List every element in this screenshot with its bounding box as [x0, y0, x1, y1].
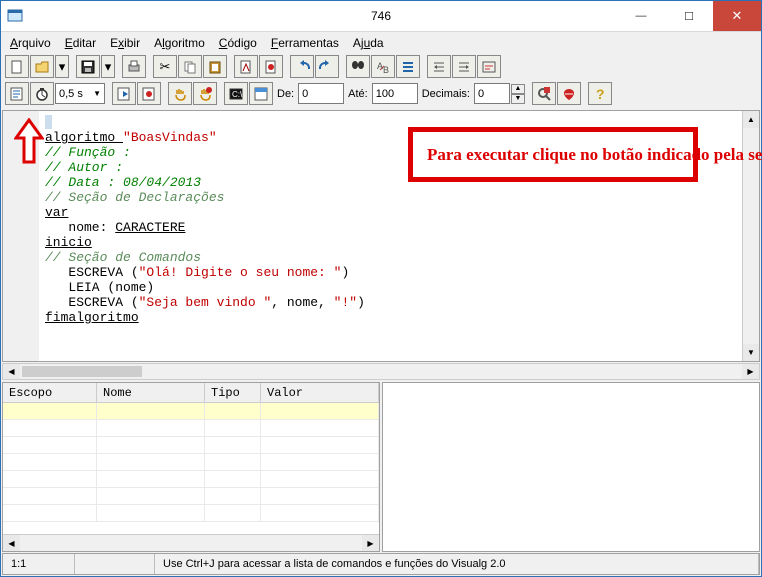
- paste-button[interactable]: [203, 55, 227, 78]
- status-hint: Use Ctrl+J para acessar a lista de coman…: [155, 554, 759, 574]
- menu-editar[interactable]: Editar: [58, 34, 103, 52]
- timer-button[interactable]: [30, 82, 54, 105]
- code-editor[interactable]: algoritmo "BoasVindas" // Função : // Au…: [2, 110, 760, 362]
- run-button[interactable]: [5, 82, 29, 105]
- vars-button[interactable]: [249, 82, 273, 105]
- close-button[interactable]: ✕: [713, 1, 761, 31]
- toolbar-exec: 0,5 s▼ C:\ De: 0 Até: 100 Decimais: 0 ▲▼…: [1, 80, 761, 109]
- tool-a-button[interactable]: [532, 82, 556, 105]
- decimais-spinner[interactable]: ▲▼: [511, 84, 525, 104]
- open-dropdown[interactable]: ▾: [55, 55, 69, 78]
- variables-grid[interactable]: [3, 403, 379, 534]
- indent-in-button[interactable]: [452, 55, 476, 78]
- decimais-label: Decimais:: [419, 88, 473, 100]
- tool-b-button[interactable]: [557, 82, 581, 105]
- redo-button[interactable]: [315, 55, 339, 78]
- file-a-button[interactable]: [234, 55, 258, 78]
- decimais-input[interactable]: 0: [474, 83, 510, 104]
- output-panel[interactable]: [382, 382, 760, 552]
- undo-button[interactable]: [290, 55, 314, 78]
- status-mode: [75, 554, 155, 574]
- open-button[interactable]: [30, 55, 54, 78]
- find-button[interactable]: [346, 55, 370, 78]
- replace-button[interactable]: AB: [371, 55, 395, 78]
- table-row: [3, 454, 379, 471]
- menu-exibir[interactable]: Exibir: [103, 34, 147, 52]
- breakpoint-button[interactable]: [137, 82, 161, 105]
- table-row: [3, 505, 379, 522]
- minimize-button[interactable]: —: [617, 1, 665, 31]
- new-button[interactable]: [5, 55, 29, 78]
- variables-panel[interactable]: Escopo Nome Tipo Valor ◀▶: [2, 382, 380, 552]
- app-window: 746 — ☐ ✕ Arquivo Editar Exibir Algoritm…: [0, 0, 762, 577]
- format-button[interactable]: [477, 55, 501, 78]
- table-row[interactable]: [3, 403, 379, 420]
- menu-ferramentas[interactable]: Ferramentas: [264, 34, 346, 52]
- col-valor[interactable]: Valor: [261, 383, 379, 402]
- step-button[interactable]: [112, 82, 136, 105]
- de-label: De:: [274, 88, 297, 100]
- code-area[interactable]: algoritmo "BoasVindas" // Função : // Au…: [39, 111, 742, 361]
- horizontal-scrollbar[interactable]: ◀▶: [2, 363, 760, 380]
- variables-hscroll[interactable]: ◀▶: [3, 534, 379, 551]
- hand-button[interactable]: [168, 82, 192, 105]
- print-button[interactable]: [122, 55, 146, 78]
- menu-ajuda[interactable]: Ajuda: [346, 34, 391, 52]
- save-dropdown[interactable]: ▾: [101, 55, 115, 78]
- copy-button[interactable]: [178, 55, 202, 78]
- de-input[interactable]: 0: [298, 83, 344, 104]
- col-nome[interactable]: Nome: [97, 383, 205, 402]
- maximize-button[interactable]: ☐: [665, 1, 713, 31]
- svg-text:?: ?: [596, 86, 605, 102]
- indent-out-button[interactable]: [427, 55, 451, 78]
- toolbar-main: ▾ ▾ ✂ AB: [1, 53, 761, 80]
- menu-codigo[interactable]: Código: [212, 34, 264, 52]
- svg-text:C:\: C:\: [232, 90, 243, 99]
- delay-select[interactable]: 0,5 s▼: [55, 83, 105, 104]
- col-escopo[interactable]: Escopo: [3, 383, 97, 402]
- menu-algoritmo[interactable]: Algoritmo: [147, 34, 212, 52]
- status-bar: 1:1 Use Ctrl+J para acessar a lista de c…: [2, 553, 760, 575]
- col-tipo[interactable]: Tipo: [205, 383, 261, 402]
- title-bar[interactable]: 746 — ☐ ✕: [1, 1, 761, 31]
- stop-button[interactable]: [193, 82, 217, 105]
- list-button[interactable]: [396, 55, 420, 78]
- window-title: 746: [371, 9, 391, 23]
- app-icon: [7, 8, 23, 24]
- ate-label: Até:: [345, 88, 371, 100]
- callout-annotation: Para executar clique no botão indicado p…: [408, 127, 698, 182]
- table-row: [3, 420, 379, 437]
- menu-bar: Arquivo Editar Exibir Algoritmo Código F…: [1, 31, 761, 53]
- ate-input[interactable]: 100: [372, 83, 418, 104]
- table-row: [3, 471, 379, 488]
- file-b-button[interactable]: [259, 55, 283, 78]
- menu-arquivo[interactable]: Arquivo: [3, 34, 58, 52]
- status-position: 1:1: [3, 554, 75, 574]
- editor-gutter: [3, 111, 39, 361]
- table-row: [3, 488, 379, 505]
- help-button[interactable]: ?: [588, 82, 612, 105]
- table-row: [3, 437, 379, 454]
- cut-button[interactable]: ✂: [153, 55, 177, 78]
- save-button[interactable]: [76, 55, 100, 78]
- console-button[interactable]: C:\: [224, 82, 248, 105]
